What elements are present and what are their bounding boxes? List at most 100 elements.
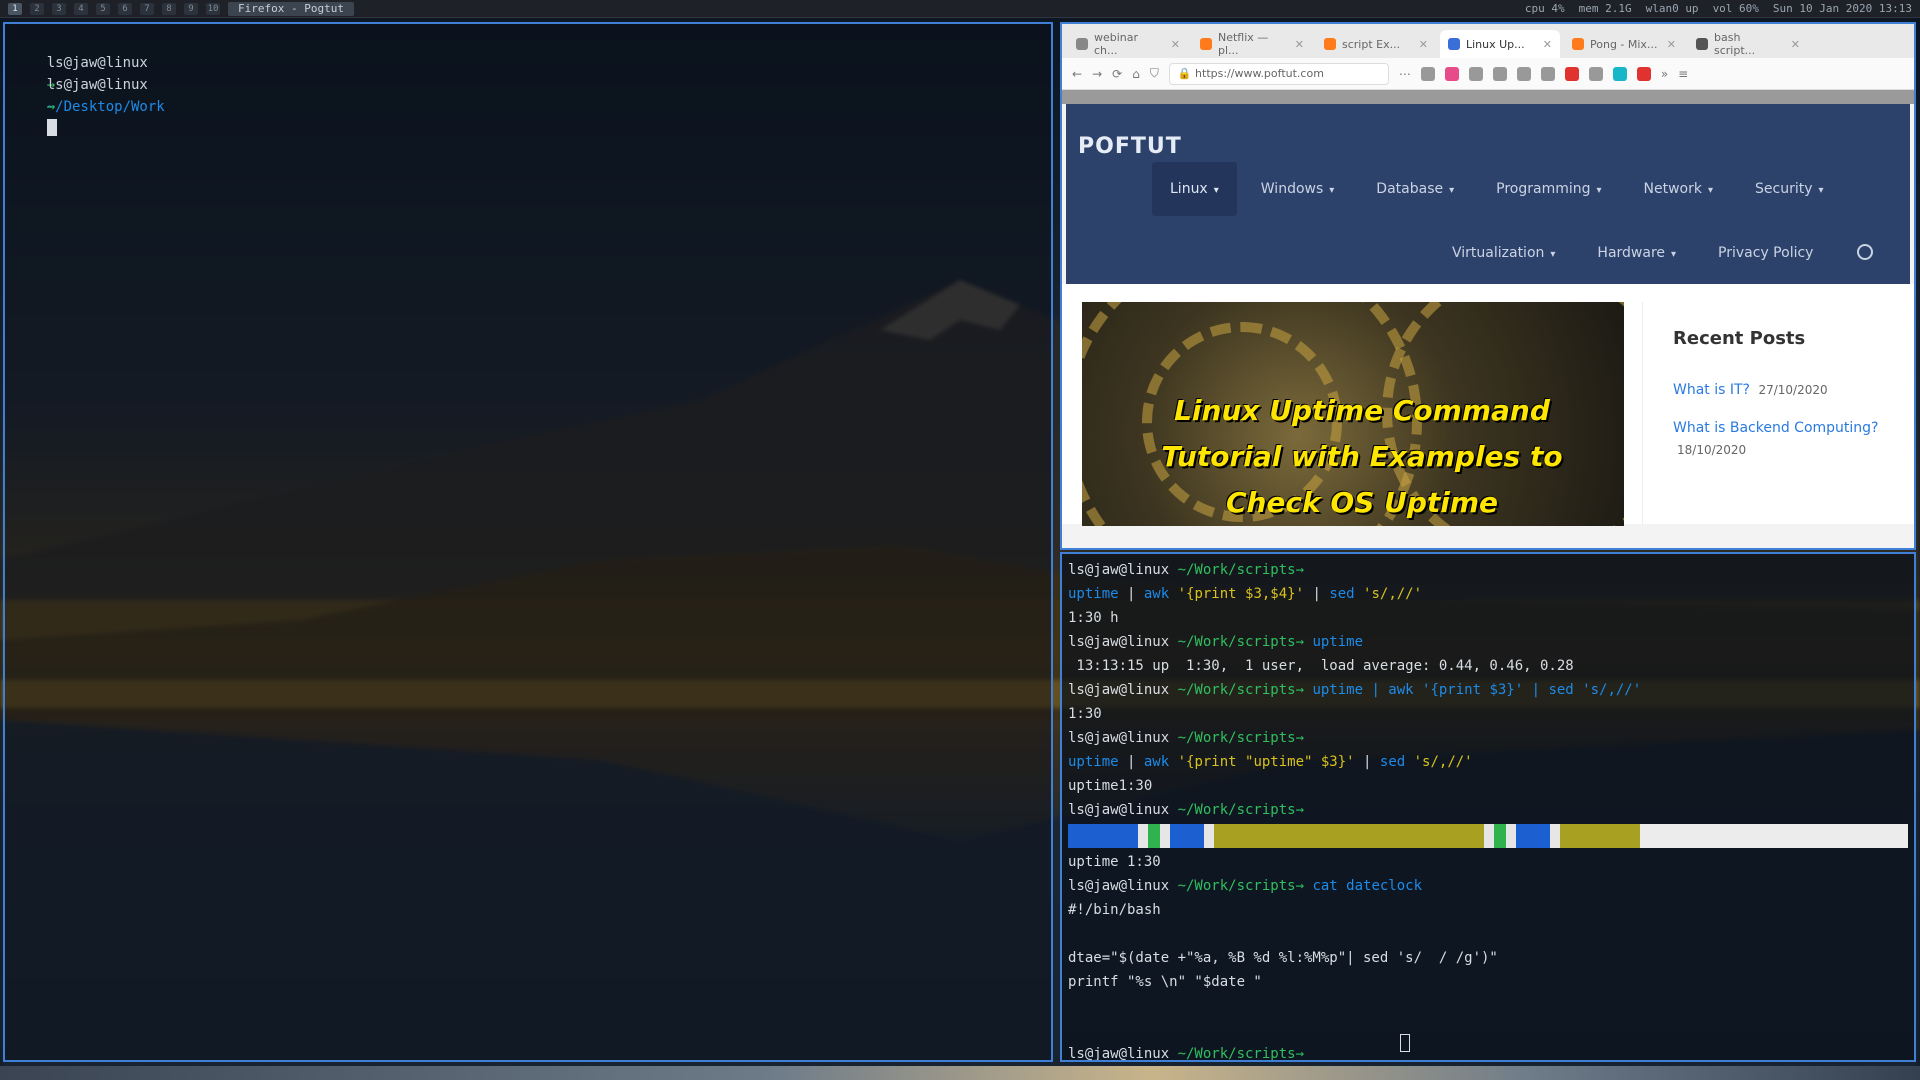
terminal-text: 13:13:15 up 1:30, 1 user, load average: … bbox=[1068, 658, 1574, 674]
workspace-8[interactable]: 8 bbox=[162, 2, 176, 15]
terminal-text: ~/Work/scripts→ bbox=[1177, 878, 1313, 894]
workspace-10[interactable]: 10 bbox=[206, 2, 220, 15]
forward-icon[interactable]: → bbox=[1092, 67, 1102, 81]
browser-tab-active[interactable]: Linux Up... ✕ bbox=[1440, 30, 1560, 58]
featured-title-line: Linux Uptime Command bbox=[1174, 394, 1550, 427]
terminal-line: ls@jaw@linux ~/Work/scripts→ cat dateclo… bbox=[1068, 874, 1908, 898]
close-icon[interactable]: ✕ bbox=[1543, 38, 1552, 51]
nav-item-network[interactable]: Network ▾ bbox=[1626, 162, 1732, 216]
sidebar-icon[interactable] bbox=[1492, 66, 1507, 81]
nav-item-database[interactable]: Database ▾ bbox=[1358, 162, 1472, 216]
page-actions-icon[interactable]: ⋯ bbox=[1399, 67, 1411, 81]
nav-item-virtualization[interactable]: Virtualization ▾ bbox=[1434, 226, 1573, 280]
shield-icon[interactable]: ⛉ bbox=[1150, 66, 1159, 81]
terminal-text: | bbox=[1127, 754, 1144, 770]
status-memory: mem 2.1G bbox=[1578, 2, 1632, 15]
browser-window[interactable]: webinar ch... ✕ Netflix — pl... ✕ script E… bbox=[1060, 22, 1916, 550]
status-volume[interactable]: vol 60% bbox=[1713, 2, 1759, 15]
adblock-icon[interactable] bbox=[1564, 66, 1579, 81]
featured-image[interactable]: Linux Uptime Command Tutorial with Examp… bbox=[1082, 302, 1624, 526]
menu-icon[interactable]: ≡ bbox=[1678, 67, 1688, 81]
container-icon[interactable] bbox=[1588, 66, 1603, 81]
recent-post-link[interactable]: What is Backend Computing? bbox=[1673, 420, 1879, 436]
pocket-icon[interactable] bbox=[1420, 66, 1435, 81]
left-terminal-window[interactable]: ls@jaw@linux → ~/Desktop/Work ls@jaw@lin… bbox=[3, 22, 1053, 1062]
nav-item-programming[interactable]: Programming ▾ bbox=[1478, 162, 1619, 216]
terminal-text: '{print $3,$4}' bbox=[1177, 586, 1313, 602]
highlighted-selection-bar bbox=[1068, 824, 1908, 848]
terminal-line: #!/bin/bash bbox=[1068, 898, 1908, 922]
status-items: cpu 4% mem 2.1G wlan0 up vol 60% Sun 10 … bbox=[1525, 2, 1912, 15]
workspace-4[interactable]: 4 bbox=[74, 2, 88, 15]
workspace-2[interactable]: 2 bbox=[30, 2, 44, 15]
ublock-icon[interactable] bbox=[1636, 66, 1651, 81]
browser-tab[interactable]: bash script... ✕ bbox=[1688, 30, 1808, 58]
favicon-icon bbox=[1200, 38, 1212, 50]
nav-item-linux[interactable]: Linux ▾ bbox=[1152, 162, 1237, 216]
terminal-text: sed bbox=[1379, 754, 1414, 770]
nav-item-windows[interactable]: Windows ▾ bbox=[1243, 162, 1353, 216]
workspace-3[interactable]: 3 bbox=[52, 2, 66, 15]
chevron-down-icon: ▾ bbox=[1708, 185, 1714, 196]
favicon-icon bbox=[1448, 38, 1460, 50]
featured-title-line: Check OS Uptime bbox=[1225, 486, 1499, 519]
recent-post-date: 27/10/2020 bbox=[1758, 383, 1828, 397]
library-icon[interactable] bbox=[1468, 66, 1483, 81]
nav-item-hardware[interactable]: Hardware ▾ bbox=[1579, 226, 1694, 280]
right-terminal-window[interactable]: ls@jaw@linux ~/Work/scripts→ uptime | awk… bbox=[1060, 552, 1916, 1062]
nav-label: Windows bbox=[1260, 181, 1324, 197]
nav-item-privacy-policy[interactable]: Privacy Policy bbox=[1700, 226, 1831, 280]
chevron-down-icon: ▾ bbox=[1596, 185, 1602, 196]
page-content: Linux Uptime Command Tutorial with Examp… bbox=[1062, 284, 1914, 526]
terminal-cursor bbox=[46, 119, 57, 136]
tab-title: webinar ch... bbox=[1094, 31, 1139, 57]
workspace-5[interactable]: 5 bbox=[96, 2, 110, 15]
terminal-line: ls@jaw@linux → bbox=[13, 52, 1043, 136]
chevron-down-icon: ▾ bbox=[1818, 185, 1824, 196]
chevron-down-icon: ▾ bbox=[1213, 185, 1219, 196]
back-icon[interactable]: ← bbox=[1072, 67, 1082, 81]
recent-post-link[interactable]: What is IT? bbox=[1673, 382, 1750, 398]
browser-tab[interactable]: script Ex... ✕ bbox=[1316, 30, 1436, 58]
terminal-text: ~/Work/scripts→ bbox=[1177, 802, 1305, 818]
close-icon[interactable]: ✕ bbox=[1791, 38, 1800, 51]
close-icon[interactable]: ✕ bbox=[1171, 38, 1180, 51]
terminal-text: ~/Work/scripts→ bbox=[1177, 634, 1313, 650]
browser-tab[interactable]: Pong - Mix... ✕ bbox=[1564, 30, 1684, 58]
browser-tab[interactable]: Netflix — pl... ✕ bbox=[1192, 30, 1312, 58]
overflow-icon[interactable]: » bbox=[1661, 67, 1668, 81]
home-icon[interactable]: ⌂ bbox=[1132, 67, 1140, 81]
close-icon[interactable]: ✕ bbox=[1667, 38, 1676, 51]
nav-label: Programming bbox=[1496, 181, 1591, 197]
terminal-text: ls@jaw@linux bbox=[1068, 878, 1178, 894]
reload-icon[interactable]: ⟳ bbox=[1112, 67, 1122, 81]
terminal-line: dtae="$(date +"%a, %B %d %l:%M%p"| sed '… bbox=[1068, 946, 1908, 970]
workspace-9[interactable]: 9 bbox=[184, 2, 198, 15]
close-icon[interactable]: ✕ bbox=[1295, 38, 1304, 51]
nav-item-security[interactable]: Security ▾ bbox=[1737, 162, 1842, 216]
workspace-6[interactable]: 6 bbox=[118, 2, 132, 15]
terminal-text: ls@jaw@linux bbox=[1068, 802, 1178, 818]
terminal-text: awk bbox=[1143, 754, 1178, 770]
screenshot-icon[interactable] bbox=[1516, 66, 1531, 81]
translate-icon[interactable] bbox=[1612, 66, 1627, 81]
workspace-7[interactable]: 7 bbox=[140, 2, 154, 15]
terminal-text: cat bbox=[1312, 878, 1347, 894]
url-bar[interactable]: 🔒 https://www.poftut.com bbox=[1168, 62, 1389, 85]
terminal-line: ls@jaw@linux ~/Work/scripts→ uptime bbox=[1068, 630, 1908, 654]
search-icon[interactable] bbox=[1857, 244, 1874, 260]
close-icon[interactable]: ✕ bbox=[1419, 38, 1428, 51]
terminal-text: | bbox=[1127, 586, 1144, 602]
nav-label: Privacy Policy bbox=[1718, 245, 1814, 261]
terminal-output-after: uptime 1:30 ls@jaw@linux ~/Work/scripts→ … bbox=[1068, 850, 1908, 1060]
terminal-line: uptime 1:30 bbox=[1068, 850, 1908, 874]
terminal-text: printf "%s \n" "$date " bbox=[1068, 974, 1262, 990]
reader-icon[interactable] bbox=[1540, 66, 1555, 81]
workspace-1[interactable]: 1 bbox=[8, 2, 22, 15]
extension-icon[interactable] bbox=[1444, 66, 1459, 81]
terminal-output: ls@jaw@linux ~/Work/scripts→ uptime | awk… bbox=[1068, 558, 1908, 822]
site-logo[interactable]: POFTUT bbox=[1078, 134, 1182, 159]
nav-label: Hardware bbox=[1597, 245, 1666, 261]
browser-tab[interactable]: webinar ch... ✕ bbox=[1068, 30, 1188, 58]
recent-posts-heading: Recent Posts bbox=[1673, 328, 1806, 349]
